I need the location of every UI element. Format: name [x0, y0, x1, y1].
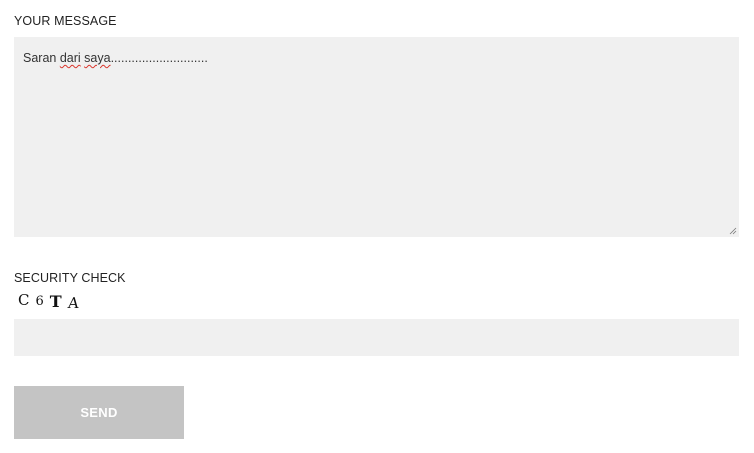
send-button[interactable]: SEND — [14, 386, 184, 439]
message-textarea[interactable]: Saran dari saya.........................… — [14, 37, 739, 237]
captcha-char: T — [49, 292, 62, 311]
security-check-input[interactable] — [14, 319, 739, 356]
resize-handle-icon[interactable] — [729, 227, 737, 235]
misspelled-word: dari — [59, 51, 81, 65]
message-label: YOUR MESSAGE — [14, 14, 117, 28]
captcha-char: A — [66, 294, 80, 312]
message-word: Saran — [23, 51, 57, 65]
message-text: Saran dari saya.........................… — [23, 51, 208, 65]
captcha-char: C — [18, 291, 30, 309]
misspelled-word: saya — [84, 51, 111, 65]
message-dots: ............................ — [110, 51, 208, 65]
captcha-image: C 6 T A — [18, 291, 80, 312]
security-check-label: SECURITY CHECK — [14, 271, 126, 285]
captcha-char: 6 — [35, 294, 44, 309]
